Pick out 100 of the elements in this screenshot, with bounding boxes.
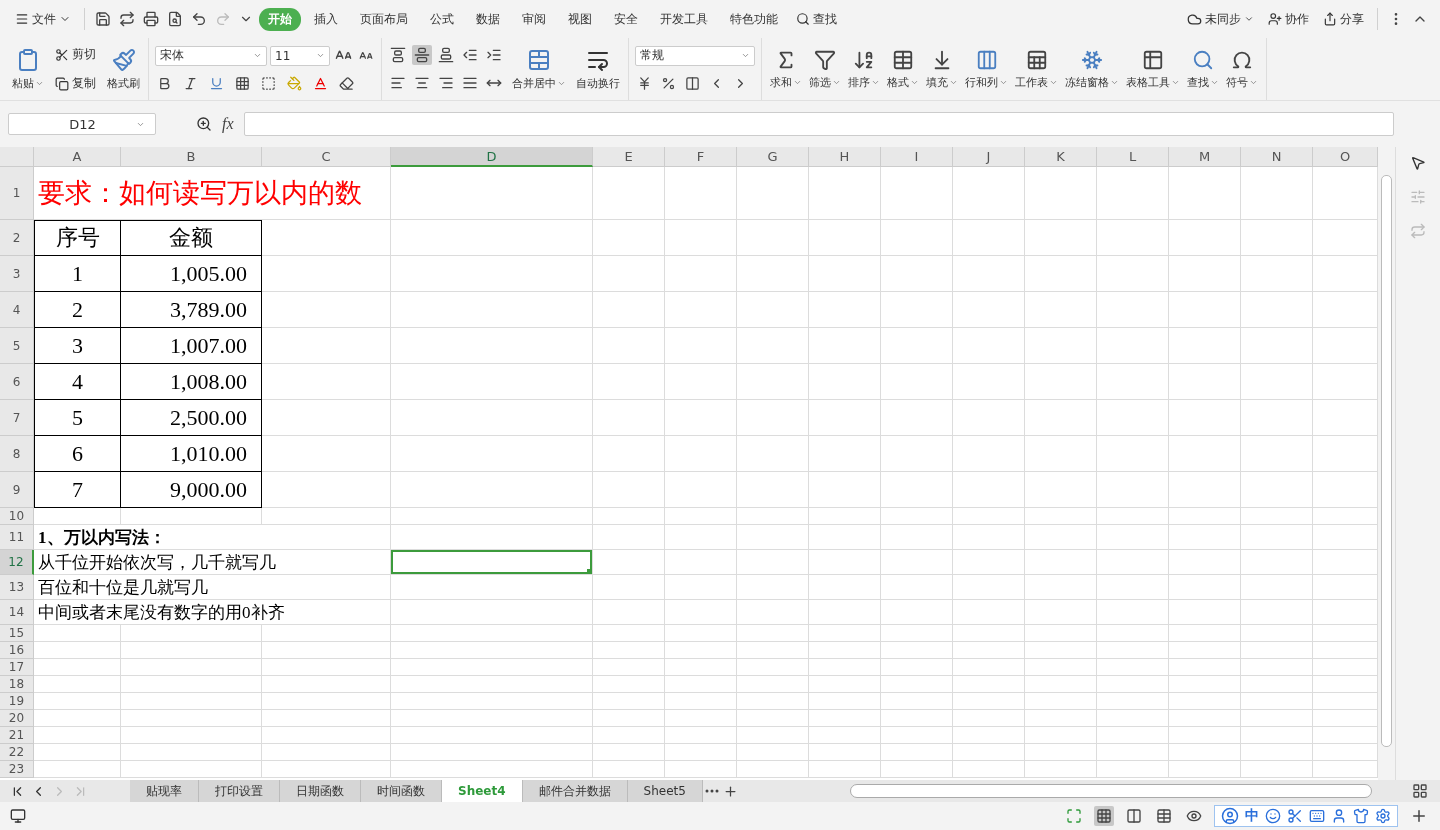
grid-cell[interactable] [34,676,121,693]
grid-cell[interactable] [391,625,593,642]
grid-cell[interactable] [809,220,881,256]
toolbar-button[interactable]: 筛选 [807,46,843,92]
grid-cell[interactable] [809,744,881,761]
grid-cell[interactable] [953,676,1025,693]
grid-cell[interactable] [881,220,953,256]
grid-cell[interactable] [665,744,737,761]
grid-cell[interactable] [34,642,121,659]
grid-cell[interactable] [665,693,737,710]
row-header[interactable]: 4 [0,292,34,328]
grid-cell[interactable] [881,625,953,642]
grid-cell[interactable] [737,693,809,710]
row-header[interactable]: 9 [0,472,34,508]
horizontal-scrollbar[interactable] [849,784,1372,798]
grid-cell[interactable] [593,642,665,659]
borders-button[interactable] [233,74,252,93]
grid-cell[interactable] [1097,710,1169,727]
grid-cell[interactable] [665,220,737,256]
grid-cell[interactable] [391,525,593,550]
grid-cell[interactable] [737,727,809,744]
wrap-text-button[interactable]: 自动换行 [574,45,622,93]
grid-cell[interactable] [953,256,1025,292]
merge-center-button[interactable]: 合并居中 [510,45,568,93]
grid-cell[interactable] [737,256,809,292]
grid-cell[interactable] [1097,625,1169,642]
grid-cell[interactable] [809,472,881,508]
grid-cell[interactable] [593,167,665,220]
grid-cell[interactable] [1169,744,1241,761]
grid-cell[interactable] [593,676,665,693]
grid-cell[interactable] [881,659,953,676]
grid-cell[interactable] [809,575,881,600]
grid-cell[interactable] [262,508,391,525]
grid-cell[interactable] [953,364,1025,400]
grid-cell[interactable] [1097,328,1169,364]
align-middle-button[interactable] [412,45,432,65]
selected-cell[interactable] [391,550,593,575]
grid-cell[interactable] [1241,328,1313,364]
ribbon-tab[interactable]: 插入 [305,7,347,31]
row-header[interactable]: 12 [0,550,34,575]
sheet-tab[interactable]: 时间函数 [361,780,442,802]
column-header[interactable]: L [1097,147,1169,167]
grid-cell[interactable] [391,744,593,761]
share-button[interactable]: 分享 [1318,7,1369,31]
grid-cell[interactable] [391,436,593,472]
grid-cell[interactable] [953,167,1025,220]
row-header[interactable]: 16 [0,642,34,659]
grid-cell[interactable] [809,625,881,642]
grid-cell[interactable] [953,727,1025,744]
column-header[interactable]: F [665,147,737,167]
grid-cell[interactable] [737,642,809,659]
grid-cell[interactable] [1025,328,1097,364]
grid-cell[interactable] [593,508,665,525]
grid-cell[interactable] [953,693,1025,710]
grid-cell[interactable] [391,600,593,625]
grid-cell[interactable] [665,328,737,364]
grid-cell[interactable] [881,693,953,710]
grid-cell[interactable] [593,525,665,550]
grid-cell[interactable] [593,744,665,761]
grid-cell[interactable] [1169,436,1241,472]
grid-cell[interactable] [1025,256,1097,292]
grid-cell[interactable] [1025,600,1097,625]
grid-cell[interactable] [1169,400,1241,436]
save-button[interactable] [93,9,113,29]
grid-cell[interactable] [1241,436,1313,472]
grid-cell[interactable] [262,727,391,744]
sheet-tab[interactable]: 打印设置 [199,780,280,802]
grid-cell[interactable] [809,292,881,328]
grid-cell[interactable] [953,220,1025,256]
grid-cell[interactable] [262,328,391,364]
grid-cell[interactable] [1241,575,1313,600]
grid-cell[interactable] [34,693,121,710]
ribbon-tab[interactable]: 开发工具 [651,7,717,31]
column-header[interactable]: J [953,147,1025,167]
grid-cell[interactable] [34,508,121,525]
grid-cell[interactable] [1241,642,1313,659]
column-header[interactable]: N [1241,147,1313,167]
grid-cell[interactable] [1241,220,1313,256]
row-header[interactable]: 20 [0,710,34,727]
grid-cell[interactable] [1025,508,1097,525]
grid-cell[interactable] [121,761,262,778]
grid-cell[interactable] [737,550,809,575]
grid-cell[interactable] [1025,292,1097,328]
grid-cell[interactable] [34,761,121,778]
grid-cell[interactable] [737,676,809,693]
grid-cell[interactable] [593,761,665,778]
grid-cell[interactable] [1097,575,1169,600]
grid-cell[interactable] [881,600,953,625]
grid-cell[interactable] [809,400,881,436]
grid-cell[interactable] [1169,364,1241,400]
grid-cell[interactable] [593,292,665,328]
grid-cell[interactable] [881,472,953,508]
grid-cell[interactable] [1169,525,1241,550]
grid-cell[interactable] [665,600,737,625]
grid-cell[interactable] [953,472,1025,508]
grid-cell[interactable] [1169,550,1241,575]
grid-cell[interactable] [1025,575,1097,600]
grid-cell[interactable] [593,625,665,642]
grid-cell[interactable] [1097,727,1169,744]
clear-button[interactable] [337,74,356,93]
